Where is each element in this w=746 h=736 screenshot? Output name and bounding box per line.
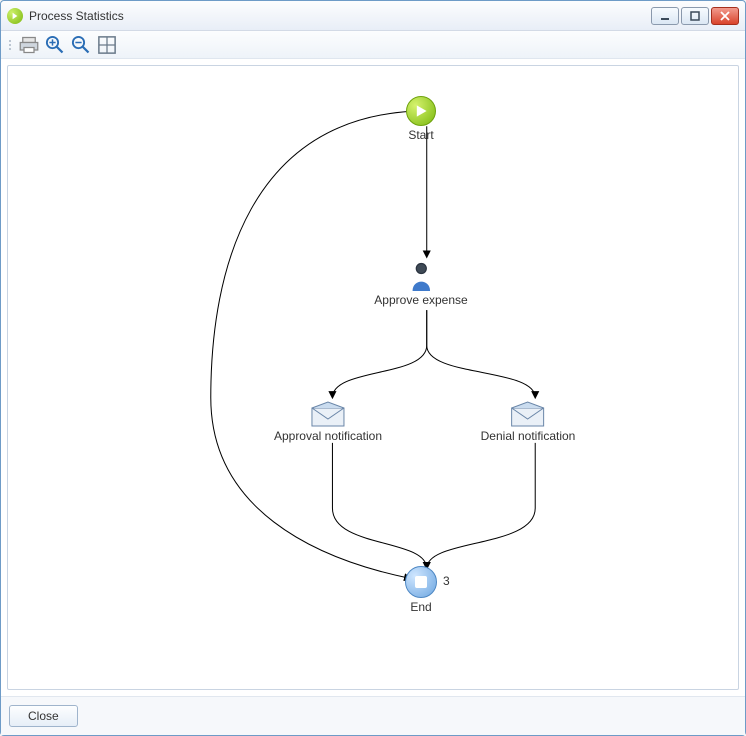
node-denial-notification[interactable]: Denial notification [481, 401, 576, 443]
node-end-count: 3 [443, 574, 450, 588]
titlebar: Process Statistics [1, 1, 745, 31]
minimize-button[interactable] [651, 7, 679, 25]
diagram-canvas[interactable]: Start Approve expense [7, 65, 739, 690]
close-window-button[interactable] [711, 7, 739, 25]
node-approve-expense[interactable]: Approve expense [374, 261, 467, 307]
fit-window-button[interactable] [97, 35, 117, 55]
mail-icon [311, 401, 345, 427]
toolbar-grip [9, 36, 13, 54]
canvas-wrap: Start Approve expense [1, 59, 745, 696]
toolbar [1, 31, 745, 59]
fit-window-icon [97, 35, 117, 55]
printer-icon [19, 35, 39, 55]
edges-layer [8, 66, 738, 689]
node-end-label: End [410, 600, 431, 614]
app-window: Process Statistics [0, 0, 746, 736]
window-controls [651, 7, 739, 25]
footer: Close [1, 696, 745, 735]
node-start[interactable]: Start [406, 96, 436, 142]
node-approval-notification[interactable]: Approval notification [274, 401, 382, 443]
zoom-out-button[interactable] [71, 35, 91, 55]
node-approval-notification-label: Approval notification [274, 429, 382, 443]
node-denial-notification-label: Denial notification [481, 429, 576, 443]
node-end[interactable]: 3 End [405, 566, 437, 614]
node-start-label: Start [408, 128, 433, 142]
print-button[interactable] [19, 35, 39, 55]
zoom-in-icon [45, 35, 65, 55]
end-icon [405, 566, 437, 598]
app-icon [7, 8, 23, 24]
window-title: Process Statistics [29, 9, 124, 23]
person-icon [406, 261, 436, 291]
close-button[interactable]: Close [9, 705, 78, 727]
zoom-out-icon [71, 35, 91, 55]
start-icon [406, 96, 436, 126]
node-approve-expense-label: Approve expense [374, 293, 467, 307]
zoom-in-button[interactable] [45, 35, 65, 55]
mail-icon [511, 401, 545, 427]
maximize-button[interactable] [681, 7, 709, 25]
